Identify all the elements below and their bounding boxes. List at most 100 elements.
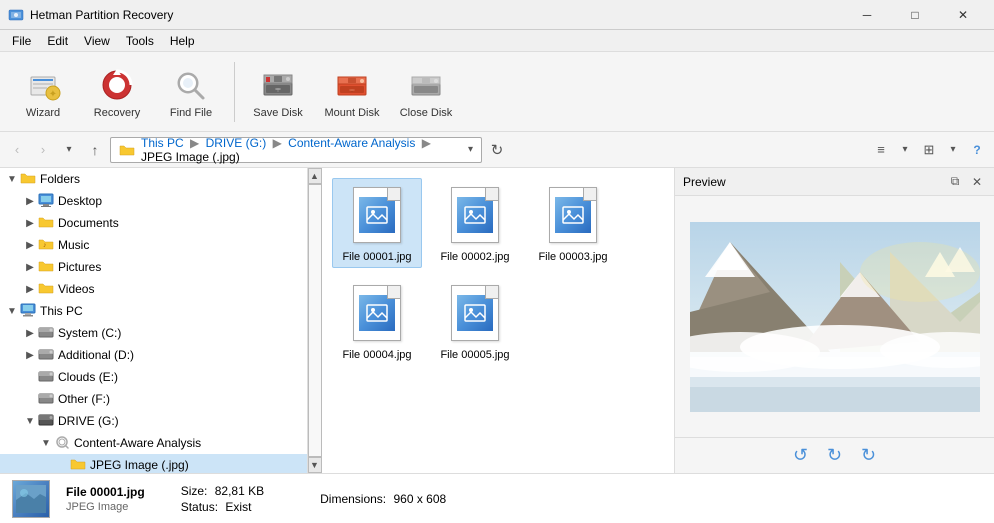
file-item-2[interactable]: File 00002.jpg [430,178,520,268]
analysis-expander: ▼ [38,435,54,451]
file-label-1: File 00001.jpg [342,251,411,263]
file-icon-3 [541,183,605,247]
status-size-value: 82,81 KB [215,484,264,498]
save-disk-button[interactable]: Save Disk [243,58,313,126]
find-file-button[interactable]: Find File [156,58,226,126]
drive-d-icon [38,347,54,363]
sidebar-scrollbar[interactable]: ▲ ▼ [308,168,322,473]
menu-edit[interactable]: Edit [39,32,76,50]
file-item-5[interactable]: File 00005.jpg [430,276,520,366]
sidebar-item-documents[interactable]: ▶ Documents [0,212,307,234]
toolbar-separator-1 [234,62,235,122]
sidebar-item-analysis[interactable]: ▼ Content-Aware Analysis [0,432,307,454]
preview-actions: ⧉ ✕ [946,173,986,191]
docs-expander: ▶ [22,215,38,231]
image-icon-2 [463,203,487,227]
back-button[interactable]: ‹ [6,139,28,161]
menu-file[interactable]: File [4,32,39,50]
main-area: ▼ Folders ▶ Desktop ▶ [0,168,994,473]
refresh-button[interactable]: ↻ [486,139,508,161]
wizard-label: Wizard [26,107,60,119]
sidebar-item-videos[interactable]: ▶ Videos [0,278,307,300]
mount-disk-button[interactable]: Mount Disk [317,58,387,126]
bc-drive[interactable]: DRIVE (G:) [206,136,267,150]
view-dropdown[interactable]: ▾ [942,139,964,161]
app-icon [8,7,24,23]
music-expander: ▶ [22,237,38,253]
bc-thispc[interactable]: This PC [141,136,184,150]
menu-tools[interactable]: Tools [118,32,162,50]
scrollbar-thumb[interactable] [308,184,322,457]
drive-e-icon [38,369,54,385]
bc-analysis[interactable]: Content-Aware Analysis [288,136,415,150]
file-item-4[interactable]: File 00004.jpg [332,276,422,366]
up-button[interactable]: ↑ [84,139,106,161]
drive-g-label: DRIVE (G:) [58,414,119,428]
filter-button[interactable]: ≡ [870,139,892,161]
maximize-button[interactable]: □ [892,0,938,30]
sidebar-item-drive-f[interactable]: ▶ Other (F:) [0,388,307,410]
recovery-button[interactable]: Recovery [82,58,152,126]
status-thumb-image [16,485,46,513]
preview-expand-button[interactable]: ⧉ [946,173,964,191]
file-icon-1 [345,183,409,247]
sidebar-item-thispc[interactable]: ▼ This PC [0,300,307,322]
close-button[interactable]: ✕ [940,0,986,30]
svg-text:✦: ✦ [49,89,57,100]
help-button[interactable]: ? [966,139,988,161]
rotate-right-button[interactable]: ↻ [823,444,847,468]
recovery-icon [97,65,137,105]
dropdown-button[interactable]: ▾ [58,139,80,161]
preview-title: Preview [683,175,726,189]
sidebar-item-drive-c[interactable]: ▶ System (C:) [0,322,307,344]
scrollbar-down[interactable]: ▼ [308,457,322,473]
scrollbar-up[interactable]: ▲ [308,168,322,184]
desktop-expander: ▶ [22,193,38,209]
view-button[interactable]: ⊞ [918,139,940,161]
sidebar-item-drive-d[interactable]: ▶ Additional (D:) [0,344,307,366]
sidebar-item-drive-e[interactable]: ▶ Clouds (E:) [0,366,307,388]
documents-label: Documents [58,216,119,230]
sidebar-item-jpeg[interactable]: ▶ JPEG Image (.jpg) [0,454,307,473]
menubar: File Edit View Tools Help [0,30,994,52]
sidebar-item-pictures[interactable]: ▶ Pictures [0,256,307,278]
file-item-3[interactable]: File 00003.jpg [528,178,618,268]
menu-help[interactable]: Help [162,32,203,50]
mount-disk-icon [332,65,372,105]
videos-label: Videos [58,282,94,296]
image-icon-3 [561,203,585,227]
image-icon-1 [365,203,389,227]
pictures-label: Pictures [58,260,101,274]
menu-view[interactable]: View [76,32,118,50]
close-disk-button[interactable]: Close Disk [391,58,461,126]
wizard-icon: ✦ [23,65,63,105]
preview-controls: ↺ ↻ ↻ [675,437,994,473]
status-size: Size: 82,81 KB [181,484,264,498]
sidebar-item-folders[interactable]: ▼ Folders [0,168,307,190]
rotate-left-button[interactable]: ↺ [789,444,813,468]
status-status-label: Status: [181,500,218,514]
file-label-3: File 00003.jpg [538,251,607,263]
minimize-button[interactable]: ─ [844,0,890,30]
preview-image [690,222,980,412]
file-item-1[interactable]: File 00001.jpg [332,178,422,268]
music-icon: ♪ [38,237,54,253]
sidebar-item-desktop[interactable]: ▶ Desktop [0,190,307,212]
status-dimensions-value: 960 x 608 [393,492,446,506]
flip-button[interactable]: ↻ [857,444,881,468]
file-grid: File 00001.jpg File 0000 [322,168,674,473]
address-box[interactable]: This PC ▶ DRIVE (G:) ▶ Content-Aware Ana… [110,137,482,163]
forward-button[interactable]: › [32,139,54,161]
videos-expander: ▶ [22,281,38,297]
preview-close-button[interactable]: ✕ [968,173,986,191]
desktop-icon [38,193,54,209]
sidebar-item-drive-g[interactable]: ▼ DRIVE (G:) [0,410,307,432]
status-dimensions-label: Dimensions: [320,492,386,506]
filter-dropdown[interactable]: ▾ [894,139,916,161]
address-dropdown-icon[interactable]: ▾ [468,144,473,155]
analysis-icon [54,435,70,451]
wizard-button[interactable]: ✦ Wizard [8,58,78,126]
find-file-label: Find File [170,107,212,119]
sidebar-item-music[interactable]: ▶ ♪ Music [0,234,307,256]
jpeg-label: JPEG Image (.jpg) [90,458,189,472]
